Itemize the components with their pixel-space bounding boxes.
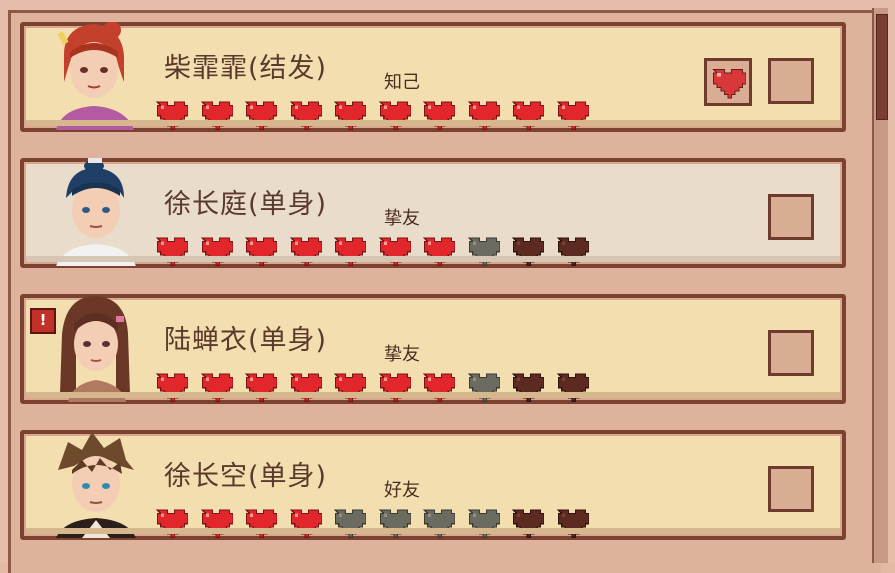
heart-icon-dark (511, 373, 544, 402)
heart-icon-full (200, 509, 233, 538)
heart-icon-full (422, 373, 455, 402)
scrollbar[interactable] (872, 8, 888, 563)
portrait-xu-changting (56, 158, 136, 266)
heart-icon-full (333, 373, 366, 402)
heart-icon-dark (556, 237, 589, 266)
heart-icon-full (467, 101, 500, 130)
heart-icon-dark (511, 509, 544, 538)
select-checkbox[interactable] (768, 466, 814, 512)
heart-icon-gray (467, 509, 500, 538)
heart-icon-full (244, 373, 277, 402)
heart-icon-gray (467, 237, 500, 266)
heart-icon-full (289, 101, 322, 130)
heart-icon-full (200, 373, 233, 402)
portrait-xu-changkong (56, 432, 136, 538)
character-name: 徐长庭(单身) (164, 189, 328, 220)
heart-icon-full (244, 237, 277, 266)
character-card-4[interactable]: 徐长空(单身) 好友 (20, 430, 846, 540)
heart-icon-full (422, 237, 455, 266)
alert-badge[interactable]: ! (30, 308, 56, 334)
heart-icon-full (511, 101, 544, 130)
heart-icon-full (155, 509, 188, 538)
character-card-2[interactable]: 徐长庭(单身) 挚友 (20, 158, 846, 268)
heart-icon-dark (556, 509, 589, 538)
heart-icon-full (378, 373, 411, 402)
relation-label: 挚友 (384, 344, 420, 365)
heart-icon-full (244, 509, 277, 538)
character-name: 陆蝉衣(单身) (164, 325, 328, 356)
heart-icon-gray (378, 509, 411, 538)
heart-icon-full (155, 101, 188, 130)
select-checkbox[interactable] (768, 194, 814, 240)
portrait-lu-chanyi (60, 296, 130, 402)
heart-icon-full (289, 237, 322, 266)
heart-icon-full (200, 237, 233, 266)
heart-icon-gray (333, 509, 366, 538)
heart-icon-full (289, 373, 322, 402)
heart-icon-dark (511, 237, 544, 266)
heart-icon-full (378, 101, 411, 130)
heart-icon (712, 68, 746, 99)
heart-icon-full (200, 101, 233, 130)
scrollbar-thumb[interactable] (876, 14, 888, 120)
heart-icon-full (289, 509, 322, 538)
game-frame: 柴霏霏(结发) 知己 徐长庭(单身) 挚友 ! 陆蝉衣(单身) 挚友 徐长空(单… (0, 0, 895, 573)
heart-icon-gray (422, 509, 455, 538)
heart-icon-full (244, 101, 277, 130)
select-checkbox[interactable] (768, 58, 814, 104)
heart-icon-full (333, 237, 366, 266)
select-checkbox[interactable] (768, 330, 814, 376)
heart-icon-full (422, 101, 455, 130)
portrait-chai-feifei (56, 22, 134, 130)
character-card-1[interactable]: 柴霏霏(结发) 知己 (20, 22, 846, 132)
relation-label: 好友 (384, 480, 420, 501)
heart-icon-full (556, 101, 589, 130)
heart-gift-slot[interactable] (704, 58, 752, 106)
heart-icon-full (155, 237, 188, 266)
character-name: 柴霏霏(结发) (164, 53, 328, 84)
heart-icon-dark (556, 373, 589, 402)
heart-icon-gray (467, 373, 500, 402)
heart-icon-full (378, 237, 411, 266)
character-name: 徐长空(单身) (164, 461, 328, 492)
heart-icon-full (333, 101, 366, 130)
relation-label: 知己 (384, 72, 420, 93)
character-card-3[interactable]: ! 陆蝉衣(单身) 挚友 (20, 294, 846, 404)
relation-label: 挚友 (384, 208, 420, 229)
heart-icon-full (155, 373, 188, 402)
